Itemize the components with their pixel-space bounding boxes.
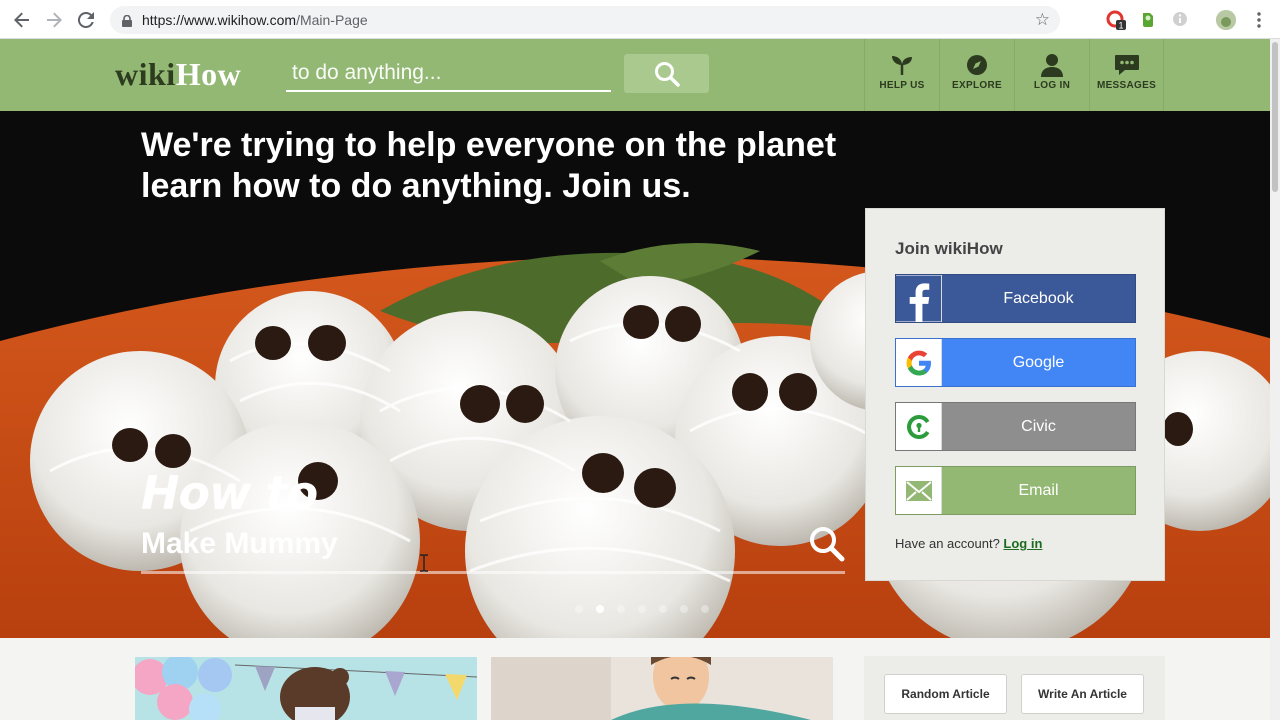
site-header: wikiHow HELP US EXPLORE LOG IN MESSAGES (0, 39, 1280, 111)
hero-search-underline (141, 571, 845, 574)
search-field (286, 56, 611, 92)
facebook-icon (896, 275, 942, 322)
scrollbar-thumb[interactable] (1272, 42, 1278, 192)
google-icon (896, 339, 942, 386)
hero-search-icon[interactable] (808, 525, 846, 568)
nav-log-in[interactable]: LOG IN (1014, 39, 1089, 111)
nav-help-us[interactable]: HELP US (864, 39, 939, 111)
chat-bubble-icon (1114, 52, 1140, 78)
search-icon (654, 61, 680, 87)
write-article-button[interactable]: Write An Article (1021, 674, 1144, 714)
info-extension-icon[interactable] (1171, 10, 1191, 30)
search-button[interactable] (624, 54, 709, 93)
carousel-dots (575, 605, 709, 613)
evernote-extension-icon[interactable] (1139, 10, 1159, 30)
article-thumbnail-man[interactable] (491, 657, 833, 720)
email-signup-button[interactable]: Email (895, 466, 1136, 515)
reload-icon[interactable] (75, 9, 97, 31)
join-panel: Join wikiHow Facebook Google Civic Email… (865, 208, 1165, 581)
carousel-dot[interactable] (659, 605, 667, 613)
civic-icon (896, 403, 942, 450)
facebook-signup-button[interactable]: Facebook (895, 274, 1136, 323)
bookmark-star-icon[interactable]: ☆ (1035, 11, 1050, 29)
svg-text:1: 1 (1118, 21, 1123, 31)
howto-label: How to (141, 466, 318, 520)
article-thumbnail-party[interactable] (135, 657, 477, 720)
login-link[interactable]: Log in (1003, 536, 1042, 551)
nav-explore[interactable]: EXPLORE (939, 39, 1014, 111)
civic-signup-button[interactable]: Civic (895, 402, 1136, 451)
sprout-icon (890, 52, 914, 78)
join-title: Join wikiHow (895, 239, 1003, 258)
search-input[interactable] (286, 56, 611, 90)
user-icon (1041, 52, 1063, 78)
carousel-dot[interactable] (575, 605, 583, 613)
compass-icon (966, 52, 988, 78)
back-icon[interactable] (11, 9, 33, 31)
page-scrollbar[interactable] (1270, 39, 1280, 720)
address-bar[interactable]: https://www.wikihow.com/Main-Page ☆ (110, 6, 1060, 34)
browser-toolbar: https://www.wikihow.com/Main-Page ☆ 1 (0, 0, 1280, 39)
carousel-dot[interactable] (638, 605, 646, 613)
envelope-icon (896, 467, 942, 514)
text-cursor-icon (419, 554, 429, 577)
profile-avatar[interactable] (1216, 10, 1236, 30)
howto-topic-link[interactable]: Make Mummy (141, 527, 338, 561)
carousel-dot[interactable] (701, 605, 709, 613)
google-signup-button[interactable]: Google (895, 338, 1136, 387)
carousel-dot[interactable] (617, 605, 625, 613)
party-illustration (135, 657, 477, 720)
lock-icon (122, 14, 132, 32)
man-illustration (491, 657, 833, 720)
random-article-button[interactable]: Random Article (884, 674, 1007, 714)
menu-kebab-icon[interactable] (1248, 9, 1270, 31)
nav-messages[interactable]: MESSAGES (1089, 39, 1164, 111)
carousel-dot[interactable] (680, 605, 688, 613)
carousel-dot-active[interactable] (596, 605, 604, 613)
grammar-extension-icon[interactable]: 1 (1106, 10, 1126, 31)
url-text: https://www.wikihow.com/Main-Page (142, 12, 368, 28)
have-account-text: Have an account? Log in (895, 536, 1043, 551)
hero-headline: We're trying to help everyone on the pla… (141, 126, 837, 205)
wikihow-logo[interactable]: wikiHow (115, 56, 241, 93)
forward-icon[interactable] (43, 9, 65, 31)
